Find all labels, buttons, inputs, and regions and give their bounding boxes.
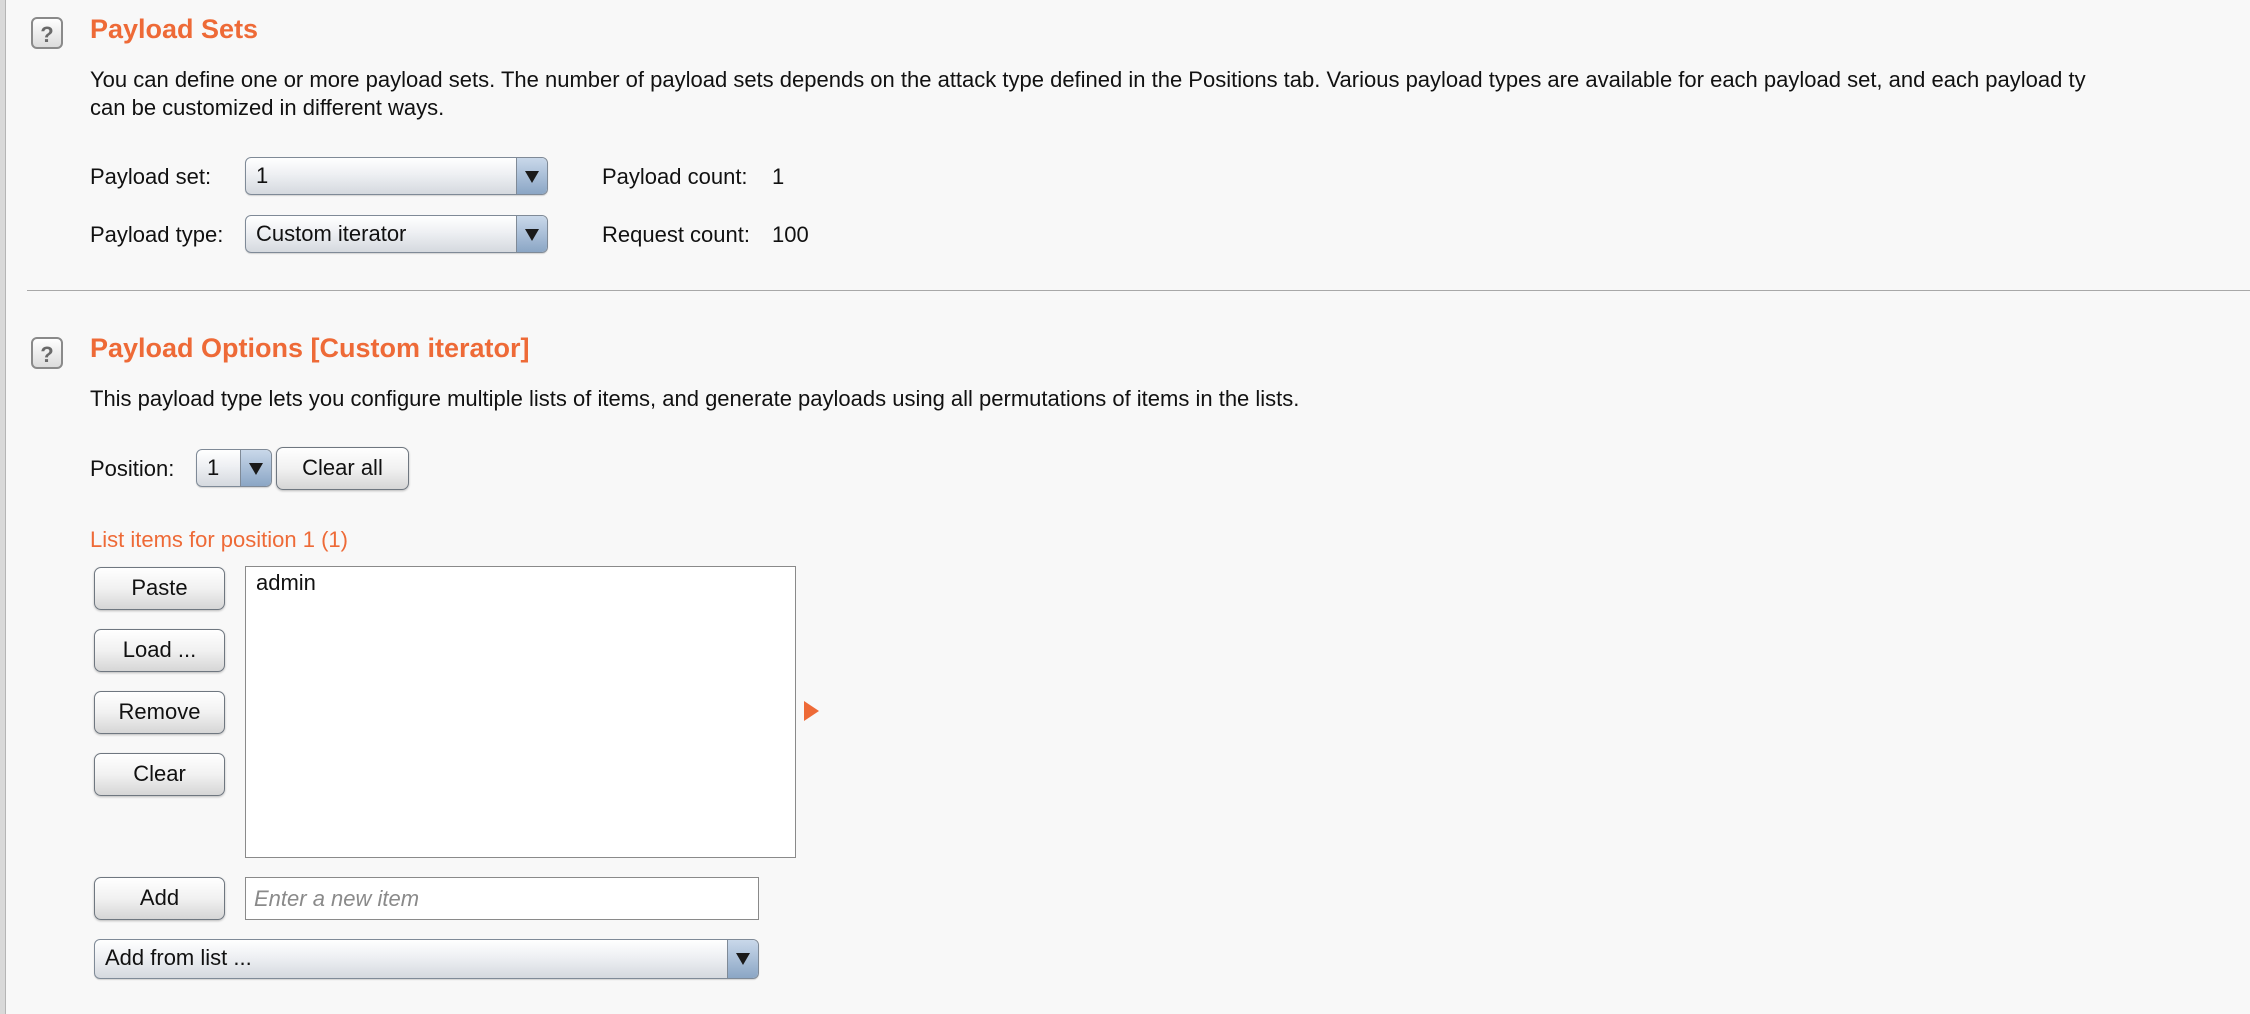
payload-options-title: Payload Options [Custom iterator] — [90, 333, 530, 363]
position-value: 1 — [207, 455, 220, 480]
payload-type-label: Payload type: — [90, 222, 224, 247]
help-icon[interactable]: ? — [31, 17, 63, 49]
list-items-heading: List items for position 1 (1) — [90, 527, 348, 552]
load-button[interactable]: Load ... — [94, 629, 225, 672]
payload-type-value: Custom iterator — [256, 221, 407, 246]
payload-count-value: 1 — [772, 164, 785, 189]
add-from-list-value: Add from list ... — [105, 945, 252, 970]
paste-button[interactable]: Paste — [94, 567, 225, 610]
section-divider — [27, 290, 2250, 291]
clear-button[interactable]: Clear — [94, 753, 225, 796]
payload-type-dropdown[interactable]: Custom iterator — [245, 215, 548, 253]
position-label: Position: — [90, 456, 175, 481]
payload-sets-title: Payload Sets — [90, 14, 259, 44]
chevron-down-icon[interactable] — [727, 940, 758, 978]
request-count-value: 100 — [772, 222, 809, 247]
list-items-box[interactable]: admin — [245, 566, 796, 858]
chevron-down-icon[interactable] — [240, 450, 271, 486]
payload-set-value: 1 — [256, 163, 269, 188]
add-from-list-dropdown[interactable]: Add from list ... — [94, 939, 759, 979]
list-item[interactable]: admin — [246, 567, 795, 599]
add-button[interactable]: Add — [94, 877, 225, 920]
payload-sets-description-line1: You can define one or more payload sets.… — [90, 67, 2086, 92]
help-icon[interactable]: ? — [31, 337, 63, 369]
chevron-down-icon[interactable] — [516, 216, 547, 252]
payload-sets-description-line2: can be customized in different ways. — [90, 95, 445, 120]
request-count-label: Request count: — [602, 222, 750, 247]
payload-set-label: Payload set: — [90, 164, 212, 189]
position-dropdown[interactable]: 1 — [196, 449, 272, 487]
remove-button[interactable]: Remove — [94, 691, 225, 734]
clear-all-button[interactable]: Clear all — [276, 447, 409, 490]
new-item-input[interactable] — [245, 877, 759, 920]
chevron-down-icon[interactable] — [516, 158, 547, 194]
payload-options-description: This payload type lets you configure mul… — [90, 386, 1300, 411]
window-left-border — [0, 0, 6, 1014]
payload-count-label: Payload count: — [602, 164, 748, 189]
payload-set-dropdown[interactable]: 1 — [245, 157, 548, 195]
expand-arrow-icon[interactable] — [804, 701, 819, 721]
